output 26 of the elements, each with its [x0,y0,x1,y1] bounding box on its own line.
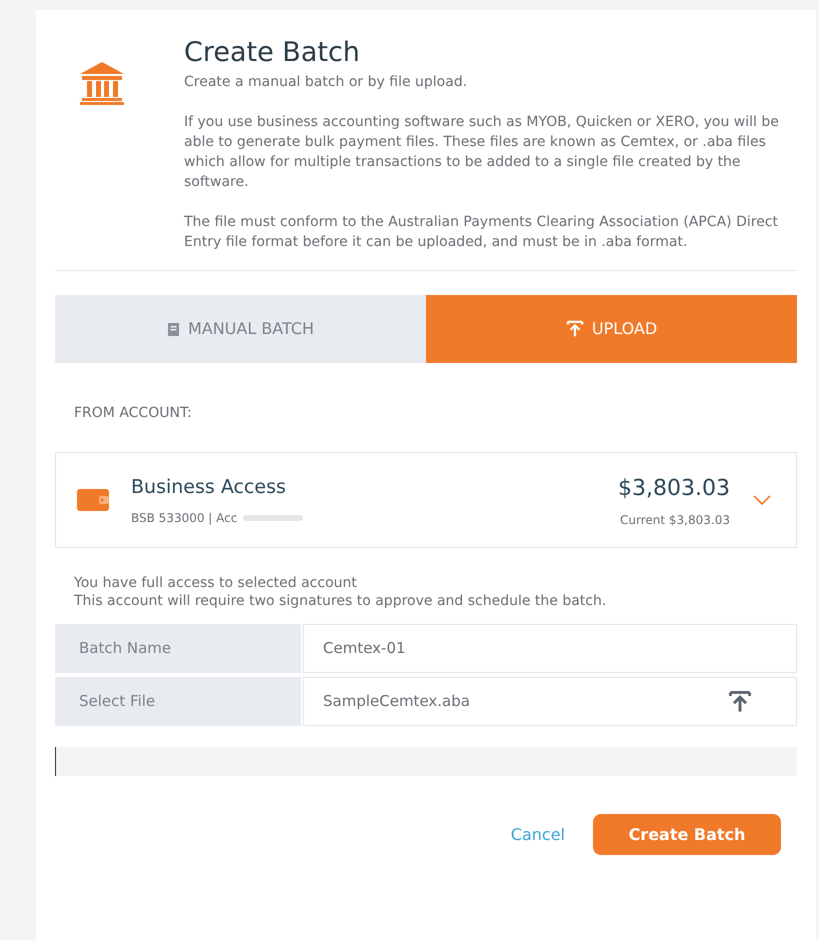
document-icon [166,322,180,336]
tab[interactable]: UPLOAD [426,295,797,363]
account-balance: $3,803.03 [618,474,730,502]
field-label: Select File [55,677,301,726]
cancel-link[interactable]: Cancel [510,822,565,846]
dialog-subtitle: Create a manual batch or by file upload. [184,73,468,92]
create-batch-button[interactable]: Create Batch [593,814,781,855]
account-name: Business Access [131,474,287,500]
input-field[interactable]: Cemtex-01 [303,624,797,673]
bank-icon [78,60,126,106]
upload-icon [728,690,752,714]
access-note: You have full access to selected account [74,574,357,592]
dialog-title: Create Batch [184,36,361,70]
description-paragraph: If you use business accounting software such as MYOB, Quicken or XERO, you will be able to generate bulk payment files. These files are known as Cemtex, or .aba files which allow for multiple transactions to be added to a single file created by the software. [184,113,780,192]
section-label: FROM ACCOUNT: [73,404,192,423]
upload-icon [566,320,584,338]
tab[interactable]: MANUAL BATCH [55,295,426,363]
account-selector[interactable]: Business Access BSB 533000 | Acc $3,803.03 Current $3,803.03 [55,452,797,548]
description-paragraph: The file must conform to the Australian Payments Clearing Association (APCA) Direct Entry file format before it can be uploaded, and must be in .aba format. [184,213,779,252]
file-field[interactable]: SampleCemtex.aba [303,677,797,726]
account-details: BSB 533000 | Acc [131,510,238,528]
wallet-icon [77,488,109,512]
access-note: This account will require two signatures to approve and schedule the batch. [74,592,606,610]
chevron-down-icon [752,494,772,506]
field-label: Batch Name [55,624,301,673]
current-balance: Current $3,803.03 [620,512,730,528]
